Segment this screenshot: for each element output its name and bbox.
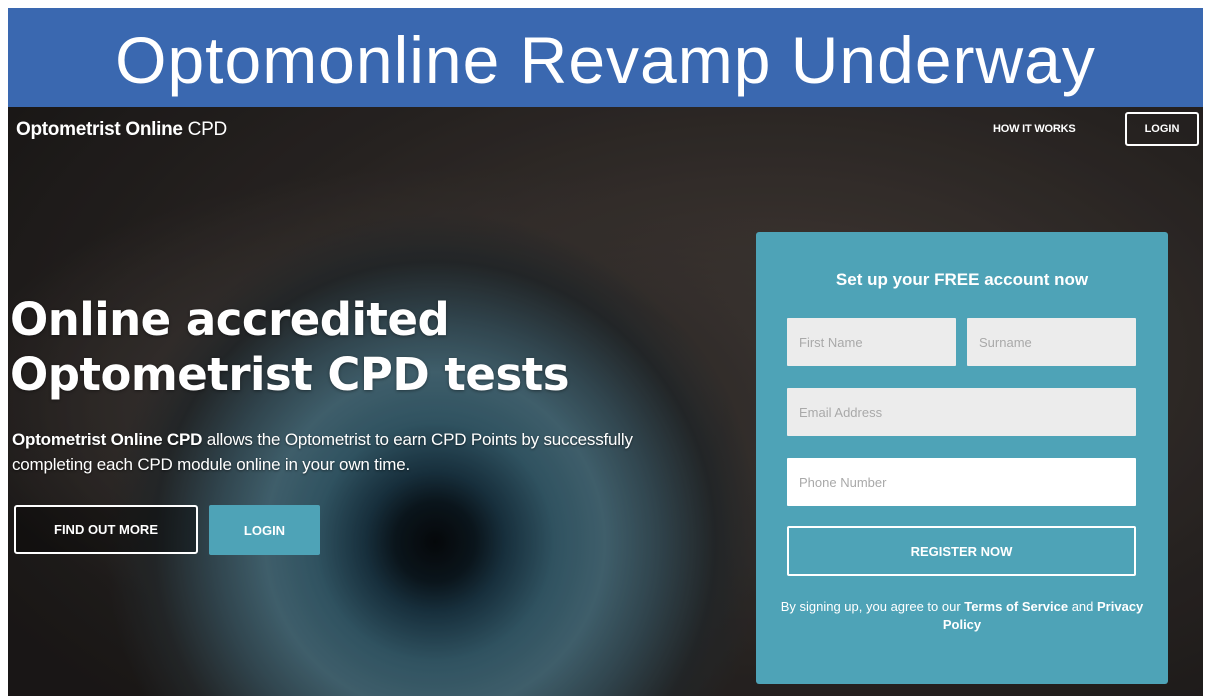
banner-title: Optomonline Revamp Underway [115,22,1096,97]
find-out-more-button[interactable]: FIND OUT MORE [14,505,198,554]
nav-how-it-works[interactable]: HOW IT WORKS [993,123,1076,135]
email-input[interactable] [787,388,1136,436]
headline-line-1: Online accredited [10,293,450,346]
site-logo[interactable]: Optometrist Online CPD [16,119,227,141]
phone-input[interactable] [787,458,1136,506]
hero-headline: Online accredited Optometrist CPD tests [10,292,570,402]
logo-light-text: CPD [182,119,228,140]
logo-bold-text: Optometrist Online [16,119,183,140]
description-brand: Optometrist Online CPD [12,430,203,449]
terms-notice: By signing up, you agree to our Terms of… [776,598,1148,634]
surname-input[interactable] [967,318,1136,366]
register-now-button[interactable]: REGISTER NOW [787,526,1136,576]
terms-and: and [1068,599,1098,614]
nav-login-button[interactable]: LOGIN [1125,112,1199,146]
hero-section: Optometrist Online CPD HOW IT WORKS LOGI… [8,107,1203,696]
first-name-input[interactable] [787,318,956,366]
headline-line-2: Optometrist CPD tests [10,348,570,401]
signup-title: Set up your FREE account now [835,270,1089,289]
hero-description: Optometrist Online CPD allows the Optome… [12,427,662,477]
terms-of-service-link[interactable]: Terms of Service [964,599,1068,614]
announcement-banner: Optomonline Revamp Underway [8,8,1203,107]
signup-panel: Set up your FREE account now REGISTER NO… [756,232,1168,684]
hero-login-button[interactable]: LOGIN [209,505,320,555]
terms-prefix: By signing up, you agree to our [780,599,965,614]
